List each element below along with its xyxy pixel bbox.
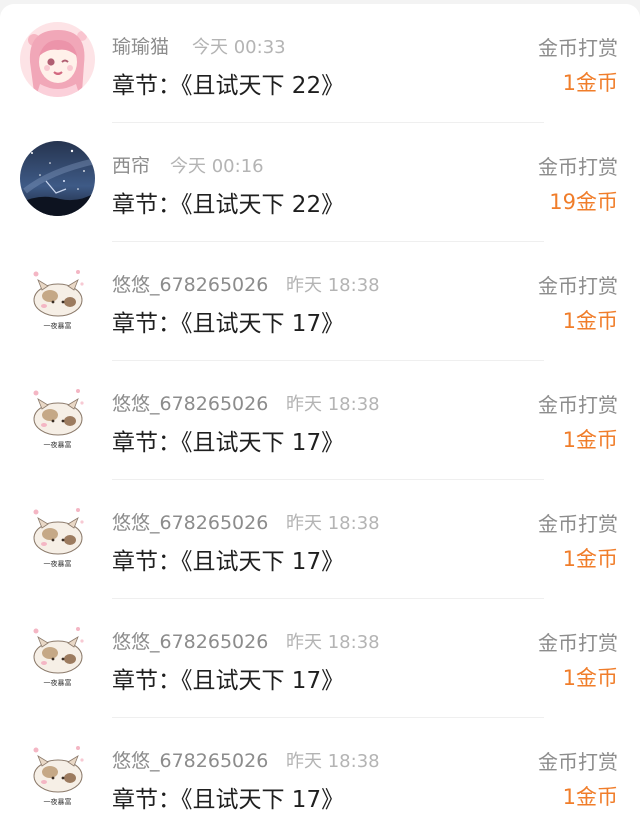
reward-item[interactable]: 一夜暴富 悠悠_678265026 昨天 18:38 章节：《且试天下 17》 … (0, 361, 640, 480)
chapter-label: 章节： (112, 668, 181, 694)
avatar[interactable] (20, 141, 95, 216)
timestamp: 昨天 18:38 (286, 513, 380, 534)
avatar[interactable]: 一夜暴富 (20, 379, 95, 454)
reward-type: 金币打赏 (538, 155, 618, 179)
chapter-label: 章节： (112, 430, 181, 456)
cat-avatar-icon: 一夜暴富 (20, 617, 95, 692)
chapter-info[interactable]: 章节：《且试天下 17》 (112, 423, 344, 457)
reward-amount: 1金币 (562, 785, 618, 809)
user-name[interactable]: 瑜瑜猫 (112, 32, 169, 59)
svg-text:一夜暴富: 一夜暴富 (44, 440, 72, 449)
chapter-info[interactable]: 章节：《且试天下 22》 (112, 185, 344, 219)
chapter-title: 《且试天下 17》 (181, 668, 345, 694)
reward-type: 金币打赏 (538, 750, 618, 774)
reward-amount: 1金币 (562, 71, 618, 95)
chapter-label: 章节： (112, 549, 181, 575)
chapter-title: 《且试天下 17》 (181, 549, 345, 575)
cat-avatar-icon: 一夜暴富 (20, 498, 95, 573)
reward-amount: 19金币 (549, 190, 618, 214)
chapter-info[interactable]: 章节：《且试天下 17》 (112, 542, 344, 576)
chapter-title: 《且试天下 17》 (181, 311, 345, 337)
chapter-title: 《且试天下 22》 (181, 192, 345, 218)
chapter-label: 章节： (112, 787, 181, 813)
reward-item[interactable]: 瑜瑜猫 今天 00:33 章节：《且试天下 22》 金币打赏 1金币 (0, 4, 640, 123)
reward-list: 瑜瑜猫 今天 00:33 章节：《且试天下 22》 金币打赏 1金币 西帘 今天… (0, 4, 640, 837)
chapter-label: 章节： (112, 73, 181, 99)
svg-text:一夜暴富: 一夜暴富 (44, 678, 72, 687)
avatar[interactable]: 一夜暴富 (20, 736, 95, 811)
svg-text:一夜暴富: 一夜暴富 (44, 321, 72, 330)
reward-type: 金币打赏 (538, 393, 618, 417)
chapter-info[interactable]: 章节：《且试天下 17》 (112, 661, 344, 695)
svg-text:一夜暴富: 一夜暴富 (44, 797, 72, 806)
user-name[interactable]: 西帘 (112, 151, 150, 178)
timestamp: 今天 00:16 (170, 156, 264, 177)
reward-item[interactable]: 一夜暴富 悠悠_678265026 昨天 18:38 章节：《且试天下 17》 … (0, 480, 640, 599)
reward-amount: 1金币 (562, 428, 618, 452)
user-name[interactable]: 悠悠_678265026 (112, 627, 268, 654)
avatar[interactable]: 一夜暴富 (20, 617, 95, 692)
reward-amount: 1金币 (562, 547, 618, 571)
user-name[interactable]: 悠悠_678265026 (112, 746, 268, 773)
chapter-title: 《且试天下 17》 (181, 430, 345, 456)
chapter-title: 《且试天下 17》 (181, 787, 345, 813)
timestamp: 今天 00:33 (192, 37, 286, 58)
chapter-label: 章节： (112, 192, 181, 218)
reward-item[interactable]: 西帘 今天 00:16 章节：《且试天下 22》 金币打赏 19金币 (0, 123, 640, 242)
avatar[interactable]: 一夜暴富 (20, 498, 95, 573)
chapter-info[interactable]: 章节：《且试天下 17》 (112, 304, 344, 338)
user-name[interactable]: 悠悠_678265026 (112, 389, 268, 416)
reward-amount: 1金币 (562, 309, 618, 333)
timestamp: 昨天 18:38 (286, 394, 380, 415)
reward-item[interactable]: 一夜暴富 悠悠_678265026 昨天 18:38 章节：《且试天下 17》 … (0, 242, 640, 361)
chapter-info[interactable]: 章节：《且试天下 22》 (112, 66, 344, 100)
reward-type: 金币打赏 (538, 512, 618, 536)
svg-text:一夜暴富: 一夜暴富 (44, 559, 72, 568)
reward-item[interactable]: 一夜暴富 悠悠_678265026 昨天 18:38 章节：《且试天下 17》 … (0, 599, 640, 718)
reward-type: 金币打赏 (538, 36, 618, 60)
anime-girl-avatar-icon (20, 22, 95, 97)
cat-avatar-icon: 一夜暴富 (20, 379, 95, 454)
cat-avatar-icon: 一夜暴富 (20, 260, 95, 335)
chapter-info[interactable]: 章节：《且试天下 17》 (112, 780, 344, 814)
avatar[interactable] (20, 22, 95, 97)
reward-type: 金币打赏 (538, 274, 618, 298)
user-name[interactable]: 悠悠_678265026 (112, 270, 268, 297)
chapter-title: 《且试天下 22》 (181, 73, 345, 99)
timestamp: 昨天 18:38 (286, 632, 380, 653)
cat-avatar-icon: 一夜暴富 (20, 736, 95, 811)
avatar[interactable]: 一夜暴富 (20, 260, 95, 335)
user-name[interactable]: 悠悠_678265026 (112, 508, 268, 535)
reward-amount: 1金币 (562, 666, 618, 690)
timestamp: 昨天 18:38 (286, 751, 380, 772)
night-sky-avatar-icon (20, 141, 95, 216)
chapter-label: 章节： (112, 311, 181, 337)
timestamp: 昨天 18:38 (286, 275, 380, 296)
reward-item[interactable]: 一夜暴富 悠悠_678265026 昨天 18:38 章节：《且试天下 17》 … (0, 718, 640, 837)
reward-type: 金币打赏 (538, 631, 618, 655)
